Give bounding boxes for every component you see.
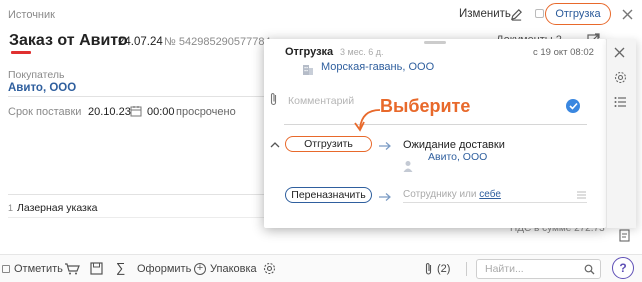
note-icon[interactable] <box>618 229 632 243</box>
save-icon[interactable] <box>89 261 103 275</box>
settings-gear-icon[interactable] <box>614 71 628 85</box>
source-label[interactable]: Источник <box>8 9 55 21</box>
paperclip-icon[interactable] <box>423 261 433 275</box>
packing-button[interactable]: + Упаковка <box>194 263 257 275</box>
checkbox-icon[interactable] <box>2 265 10 273</box>
chevron-up-icon[interactable] <box>270 140 280 150</box>
elapsed-time: 3 мес. 6 д. <box>340 47 384 57</box>
process-label: Оформить <box>137 263 192 275</box>
divider <box>403 202 587 203</box>
item-name[interactable]: Лазерная указка <box>17 202 98 214</box>
annotation-label: Выберите <box>380 96 471 116</box>
organization-link[interactable]: Морская-гавань, ООО <box>321 61 434 73</box>
search-input[interactable] <box>485 260 585 278</box>
document-number[interactable]: № 542985290577784 <box>164 36 271 48</box>
timestamp: с 19 окт 08:02 <box>533 47 594 58</box>
list-icon[interactable] <box>614 96 628 110</box>
cart-icon[interactable] <box>64 261 80 275</box>
pencil-icon[interactable] <box>509 7 523 21</box>
calendar-icon[interactable] <box>130 105 142 117</box>
divider <box>466 262 467 276</box>
sum-icon[interactable]: ∑ <box>116 260 125 275</box>
delivery-label: Срок поставки <box>8 106 82 118</box>
edit-link[interactable]: Изменить <box>459 8 511 20</box>
ship-button[interactable]: Отгрузить <box>285 136 372 152</box>
title-underline <box>11 51 31 54</box>
buyer-value[interactable]: Авито, ООО <box>8 82 76 94</box>
document-date[interactable]: 24.07.24 <box>118 36 163 48</box>
confirm-check-icon[interactable] <box>566 99 580 113</box>
packing-label: Упаковка <box>210 263 257 275</box>
user-icon <box>403 160 413 172</box>
divider <box>284 124 587 125</box>
assignee-text: Сотруднику или <box>403 189 477 200</box>
status-button[interactable]: Отгрузка <box>545 3 611 25</box>
drag-handle[interactable] <box>424 41 446 44</box>
process-button[interactable]: Оформить <box>137 263 191 275</box>
document-title: Заказ от Авито <box>9 32 128 49</box>
building-icon <box>301 62 314 76</box>
buyer-label: Покупатель <box>8 69 65 81</box>
attachments-count[interactable]: (2) <box>437 263 450 275</box>
next-stage-title: Ожидание доставки <box>403 139 505 151</box>
arrow-right-icon <box>378 192 392 202</box>
arrow-right-icon <box>378 141 392 151</box>
close-icon[interactable] <box>620 7 634 21</box>
popup-title: Отгрузка <box>285 46 334 58</box>
row-number: 1 <box>8 203 14 213</box>
search-icon[interactable] <box>583 263 595 275</box>
help-button[interactable]: ? <box>612 257 634 279</box>
mark-label: Отметить <box>14 263 63 275</box>
divider <box>8 96 268 97</box>
delivery-time[interactable]: 00:00 <box>147 106 175 118</box>
plus-circle-icon: + <box>194 263 206 275</box>
reassign-button[interactable]: Переназначить <box>285 187 372 203</box>
annotation-arrow-icon <box>352 104 384 134</box>
table-row[interactable]: 1 Лазерная указка <box>8 202 98 214</box>
paperclip-icon[interactable] <box>268 92 278 106</box>
close-icon[interactable] <box>614 47 628 61</box>
overdue-status: просрочено <box>176 106 236 118</box>
next-stage-org[interactable]: Авито, ООО <box>428 151 487 163</box>
delivery-date[interactable]: 20.10.23 <box>88 106 131 118</box>
header-checkbox[interactable] <box>535 9 544 18</box>
popup-side-toolbar <box>606 39 636 228</box>
assign-self-link[interactable]: себе <box>479 189 501 200</box>
assignee-field[interactable]: Сотруднику или себе <box>403 189 501 200</box>
mark-button[interactable]: Отметить <box>2 263 63 275</box>
settings-gear-icon[interactable] <box>262 261 276 275</box>
menu-icon[interactable] <box>577 191 586 199</box>
